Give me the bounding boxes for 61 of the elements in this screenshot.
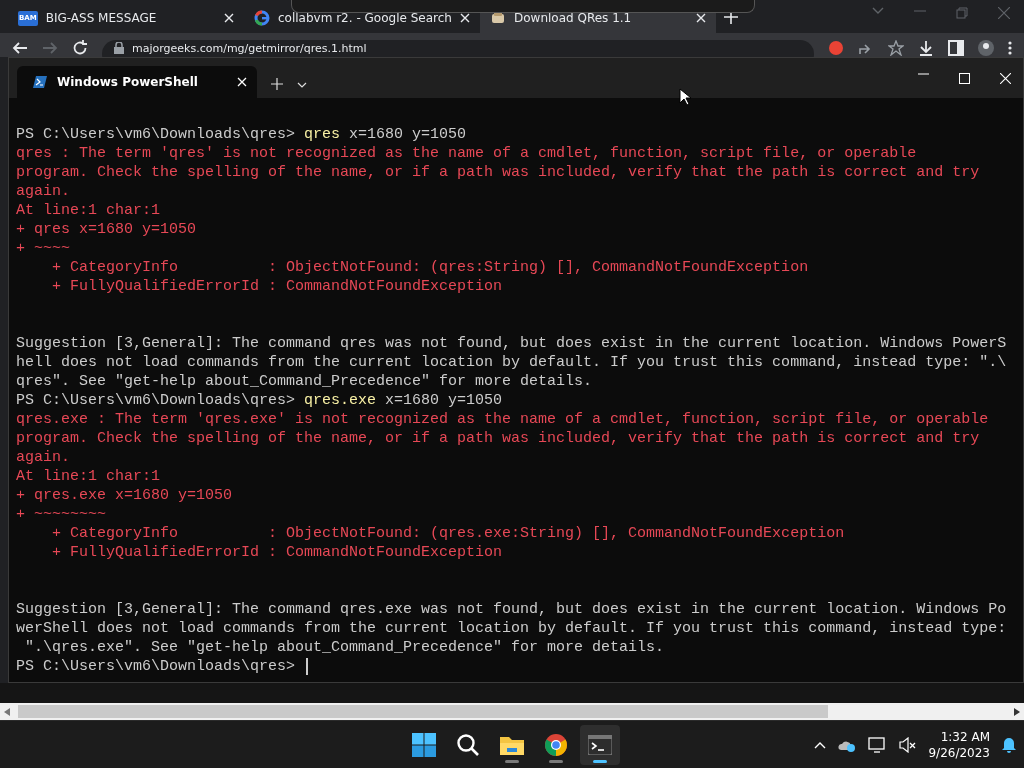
lock-icon — [114, 42, 124, 54]
profile-icon[interactable] — [978, 40, 994, 56]
console-line: At line:1 char:1 — [16, 201, 162, 220]
menu-icon[interactable] — [1008, 40, 1012, 56]
side-panel-icon[interactable] — [948, 40, 964, 56]
console-line: PS C:\Users\vm6\Downloads\qres> qres.exe x=1680 y=1050 — [16, 391, 504, 410]
scroll-right-icon[interactable] — [1014, 707, 1020, 716]
console-line: At line:1 char:1 — [16, 467, 162, 486]
new-tab-button[interactable] — [271, 78, 283, 90]
console-line: + ~~~~~~~~ — [16, 505, 107, 524]
chevron-up-icon[interactable] — [814, 741, 827, 749]
console-line: qres". See "get-help about_Command_Precedence" for more details. — [16, 372, 594, 391]
console-line: PS C:\Users\vm6\Downloads\qres> qres x=1680 y=1050 — [16, 125, 468, 144]
scrollbar-thumb[interactable] — [18, 705, 828, 718]
back-icon[interactable] — [12, 40, 28, 56]
console-line: PS C:\Users\vm6\Downloads\qres> — [16, 657, 1023, 676]
console-line: again. — [16, 182, 71, 201]
powershell-icon — [33, 76, 47, 88]
console-line: program. Check the spelling of the name, or if a path was included, verify that the path is correct and try — [16, 163, 981, 182]
plus-icon — [271, 78, 283, 90]
console-line: + ~~~~ — [16, 239, 71, 258]
console-line: qres.exe : The term 'qres.exe' is not recognized as the name of a cmdlet, function, script file, or operable — [16, 410, 990, 429]
console-line: + qres x=1680 y=1050 — [16, 220, 198, 239]
chevron-down-icon[interactable] — [872, 6, 884, 15]
mouse-pointer-icon — [679, 88, 691, 106]
windows-start-icon — [412, 733, 436, 757]
console-line: again. — [16, 448, 71, 467]
scroll-left-icon[interactable] — [4, 707, 10, 716]
notification-bell-icon[interactable] — [1002, 737, 1016, 753]
archive-icon — [490, 10, 506, 26]
chrome-icon — [544, 733, 568, 757]
taskbar-app[interactable] — [580, 725, 620, 765]
console-line: + CategoryInfo : ObjectNotFound: (qres:String) [], CommandNotFoundException — [51, 258, 810, 277]
address-bar[interactable]: majorgeeks.com/mg/getmirror/qres.1.html — [102, 40, 814, 57]
console-line: program. Check the spelling of the name, or if a path was included, verify that the path is correct and try — [16, 429, 981, 448]
clock[interactable]: 1:32 AM 9/26/2023 — [928, 729, 990, 761]
horizontal-scrollbar[interactable] — [0, 703, 1024, 720]
console-line: Suggestion [3,General]: The command qres.exe was not found, but does exist in the current location. Windows Po — [16, 600, 1008, 619]
dropdown-button[interactable] — [297, 82, 307, 88]
console-line: + qres.exe x=1680 y=1050 — [16, 486, 234, 505]
url-text: majorgeeks.com/mg/getmirror/qres.1.html — [132, 42, 367, 55]
star-icon[interactable] — [888, 40, 904, 56]
console-line: + FullyQualifiedErrorId : CommandNotFoundException — [51, 277, 504, 296]
volume-muted-icon[interactable] — [898, 737, 917, 753]
folder-icon — [499, 734, 525, 756]
terminal-tab[interactable]: Windows PowerShell — [17, 66, 257, 98]
console-line: ".\qres.exe". See "get-help about_Command_Precedence" for more details. — [24, 638, 666, 657]
console-line: + FullyQualifiedErrorId : CommandNotFoundException — [51, 543, 504, 562]
chevron-down-icon — [297, 82, 307, 88]
terminal-icon — [588, 735, 612, 755]
browser-tab[interactable]: collabvm r2. - Google Search — [244, 3, 480, 33]
search-icon — [456, 733, 480, 757]
reload-icon[interactable] — [72, 40, 88, 56]
download-icon[interactable] — [918, 40, 934, 56]
maximize-icon[interactable] — [959, 73, 970, 84]
console-line: hell does not load commands from the current location by default. If you trust this command, instead type: ".\ — [16, 353, 1008, 372]
console-line: Suggestion [3,General]: The command qres was not found, but does exist in the current location. Windows PowerS — [16, 334, 1008, 353]
console-line: + CategoryInfo : ObjectNotFound: (qres.exe:String) [], CommandNotFoundException — [51, 524, 846, 543]
console-line: qres : The term 'qres' is not recognized as the name of a cmdlet, function, script file, or operable — [16, 144, 918, 163]
console-line: werShell does not load commands from the current location by default. If you trust this command, instead type: — [16, 619, 1008, 638]
google-icon — [254, 10, 270, 26]
